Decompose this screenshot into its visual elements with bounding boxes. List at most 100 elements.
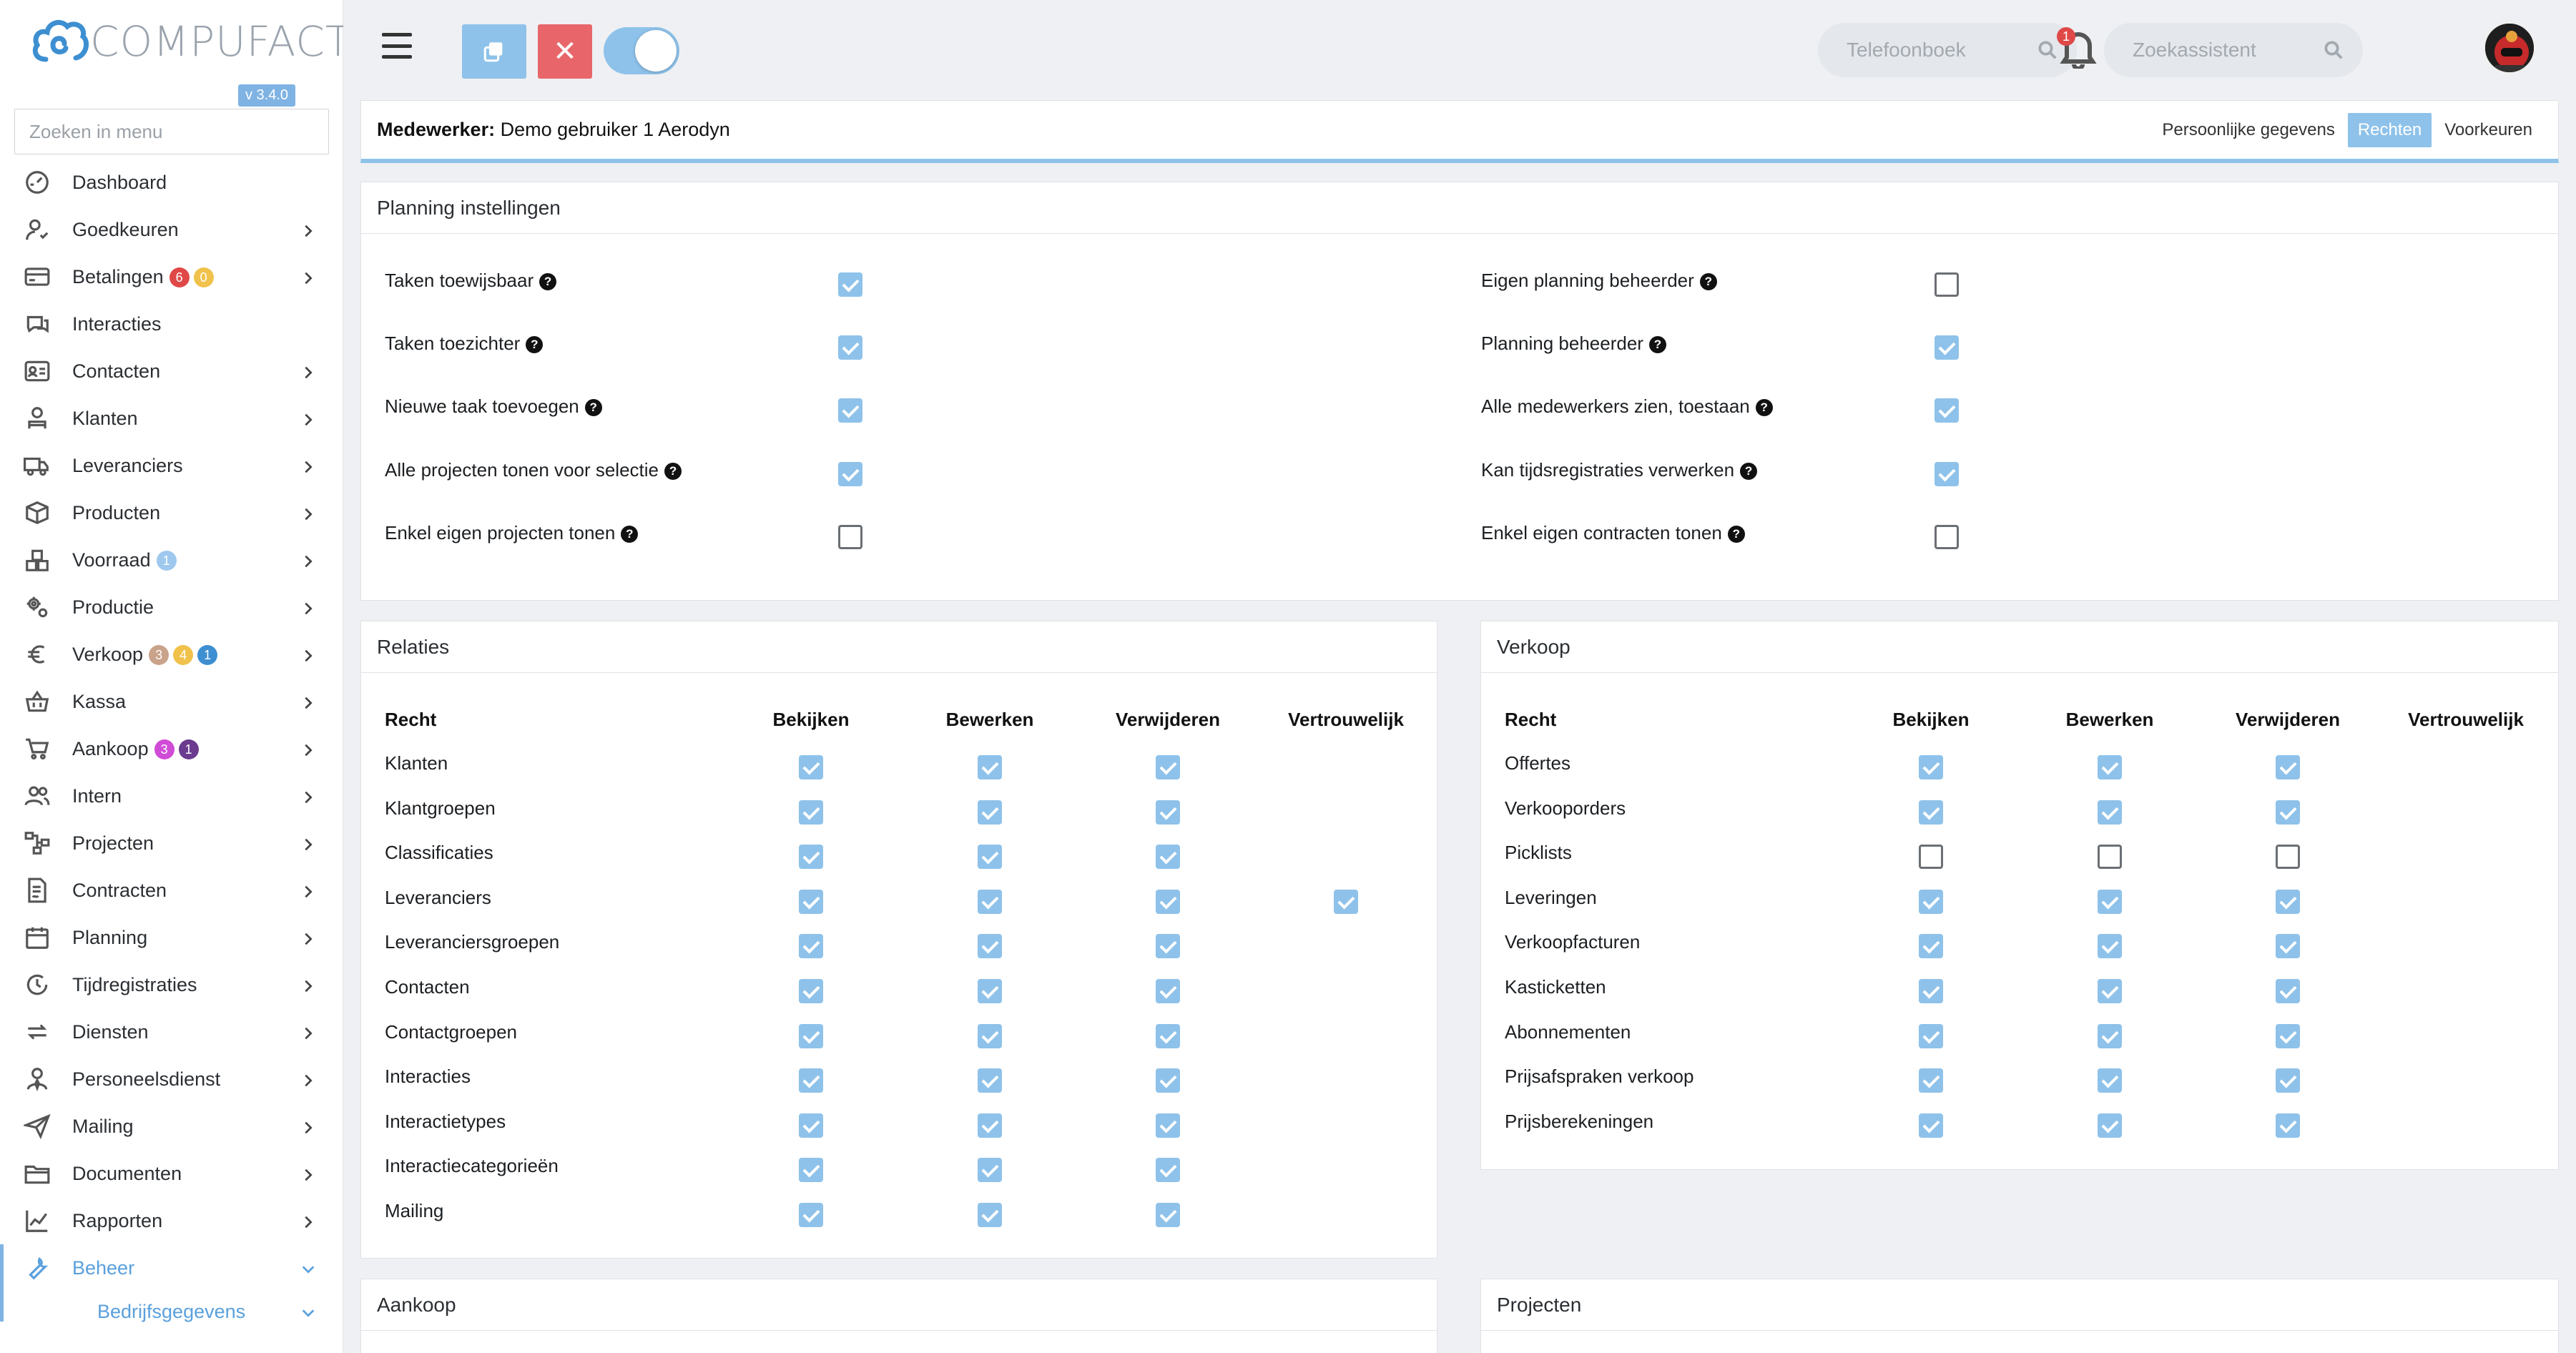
permission-checkbox[interactable] (1919, 889, 1943, 914)
sidebar-item-klanten[interactable]: Klanten (0, 395, 343, 442)
permission-checkbox[interactable] (2098, 1023, 2122, 1048)
sidebar-item-voorraad[interactable]: Voorraad 1 (0, 536, 343, 584)
permission-checkbox[interactable] (1919, 800, 1943, 825)
sidebar-item-verkoop[interactable]: Verkoop 3 4 1 (0, 631, 343, 678)
permission-checkbox[interactable] (799, 800, 823, 825)
permission-checkbox[interactable] (1156, 889, 1180, 914)
permission-checkbox[interactable] (2276, 1023, 2300, 1048)
sidebar-item-producten[interactable]: Producten (0, 489, 343, 536)
notifications-button[interactable]: 1 (2057, 27, 2097, 71)
sidebar-item-productie[interactable]: Productie (0, 584, 343, 631)
sidebar-item-projecten[interactable]: Projecten (0, 820, 343, 867)
sidebar-item-interacties[interactable]: Interacties (0, 300, 343, 348)
permission-checkbox[interactable] (2098, 1113, 2122, 1138)
setting-checkbox[interactable] (1935, 398, 1959, 423)
assistant-search[interactable]: Zoekassistent (2104, 23, 2363, 77)
permission-checkbox[interactable] (978, 979, 1002, 1003)
setting-checkbox[interactable] (838, 398, 862, 423)
setting-checkbox[interactable] (838, 462, 862, 486)
permission-checkbox[interactable] (978, 1113, 1002, 1138)
sidebar-item-contacten[interactable]: Contacten (0, 348, 343, 395)
sidebar-item-aankoop[interactable]: Aankoop 3 1 (0, 725, 343, 772)
setting-checkbox[interactable] (838, 272, 862, 297)
permission-checkbox[interactable] (1919, 1068, 1943, 1093)
permission-checkbox[interactable] (799, 889, 823, 914)
permission-checkbox[interactable] (2276, 800, 2300, 825)
sidebar-item-tijdregistraties[interactable]: Tijdregistraties (0, 961, 343, 1008)
permission-checkbox[interactable] (1334, 889, 1358, 914)
sidebar-item-intern[interactable]: Intern (0, 772, 343, 820)
permission-checkbox[interactable] (1919, 755, 1943, 779)
help-icon[interactable]: ? (526, 336, 544, 354)
setting-checkbox[interactable] (1935, 335, 1959, 360)
permission-checkbox[interactable] (2098, 889, 2122, 914)
permission-checkbox[interactable] (978, 1023, 1002, 1048)
sidebar-subitem-bedrijfsgegevens[interactable]: Bedrijfsgegevens (0, 1292, 343, 1332)
permission-checkbox[interactable] (1156, 755, 1180, 779)
permission-checkbox[interactable] (2276, 979, 2300, 1003)
tab-rights[interactable]: Rechten (2347, 112, 2432, 147)
help-icon[interactable]: ? (539, 273, 557, 291)
permission-checkbox[interactable] (978, 800, 1002, 825)
permission-checkbox[interactable] (1156, 1113, 1180, 1138)
permission-checkbox[interactable] (1919, 979, 1943, 1003)
help-icon[interactable]: ? (584, 399, 602, 417)
permission-checkbox[interactable] (2276, 1068, 2300, 1093)
permission-checkbox[interactable] (978, 845, 1002, 870)
permission-checkbox[interactable] (799, 1068, 823, 1093)
permission-checkbox[interactable] (799, 845, 823, 870)
help-icon[interactable]: ? (1727, 526, 1745, 543)
menu-search-input[interactable] (14, 109, 329, 154)
sidebar-item-mailing[interactable]: Mailing (0, 1103, 343, 1150)
permission-checkbox[interactable] (1919, 1113, 1943, 1138)
sidebar-item-documenten[interactable]: Documenten (0, 1150, 343, 1197)
sidebar-item-goedkeuren[interactable]: Goedkeuren (0, 206, 343, 253)
permission-checkbox[interactable] (799, 1203, 823, 1227)
permission-checkbox[interactable] (2276, 755, 2300, 779)
duplicate-button[interactable] (462, 24, 526, 79)
permission-checkbox[interactable] (2098, 845, 2122, 870)
permission-checkbox[interactable] (1156, 845, 1180, 870)
permission-checkbox[interactable] (1156, 800, 1180, 825)
tab-preferences[interactable]: Voorkeuren (2440, 114, 2537, 146)
permission-checkbox[interactable] (799, 755, 823, 779)
phonebook-search[interactable]: Telefoonboek (1818, 23, 2077, 77)
permission-checkbox[interactable] (978, 1068, 1002, 1093)
permission-checkbox[interactable] (2276, 845, 2300, 870)
permission-checkbox[interactable] (799, 934, 823, 959)
sidebar-item-diensten[interactable]: Diensten (0, 1008, 343, 1056)
permission-checkbox[interactable] (1156, 979, 1180, 1003)
sidebar-item-beheer[interactable]: Beheer (0, 1244, 343, 1292)
permission-checkbox[interactable] (1156, 1023, 1180, 1048)
help-icon[interactable]: ? (621, 526, 639, 543)
permission-checkbox[interactable] (1919, 934, 1943, 959)
permission-checkbox[interactable] (2098, 979, 2122, 1003)
permission-checkbox[interactable] (978, 755, 1002, 779)
setting-checkbox[interactable] (1935, 525, 1959, 549)
help-icon[interactable]: ? (664, 463, 682, 481)
sidebar-item-planning[interactable]: Planning (0, 914, 343, 961)
permission-checkbox[interactable] (799, 1158, 823, 1183)
permission-checkbox[interactable] (1919, 845, 1943, 870)
setting-checkbox[interactable] (838, 335, 862, 360)
help-icon[interactable]: ? (1699, 273, 1717, 291)
permission-checkbox[interactable] (2098, 755, 2122, 779)
sidebar-item-leveranciers[interactable]: Leveranciers (0, 442, 343, 489)
sidebar-item-personeelsdienst[interactable]: Personeelsdienst (0, 1056, 343, 1103)
permission-checkbox[interactable] (1156, 1068, 1180, 1093)
close-button[interactable]: ✕ (538, 24, 592, 79)
avatar[interactable] (2483, 21, 2536, 74)
permission-checkbox[interactable] (1156, 934, 1180, 959)
sidebar-item-rapporten[interactable]: Rapporten (0, 1197, 343, 1244)
permission-checkbox[interactable] (799, 979, 823, 1003)
permission-checkbox[interactable] (1156, 1158, 1180, 1183)
help-icon[interactable]: ? (1755, 399, 1773, 417)
sidebar-item-dashboard[interactable]: Dashboard (0, 159, 343, 206)
permission-checkbox[interactable] (799, 1113, 823, 1138)
tab-personal-data[interactable]: Persoonlijke gegevens (2158, 114, 2339, 146)
permission-checkbox[interactable] (978, 889, 1002, 914)
sidebar-item-contracten[interactable]: Contracten (0, 867, 343, 914)
permission-checkbox[interactable] (2098, 1068, 2122, 1093)
permission-checkbox[interactable] (1156, 1203, 1180, 1227)
logo[interactable]: COMPUFACT (31, 13, 351, 70)
